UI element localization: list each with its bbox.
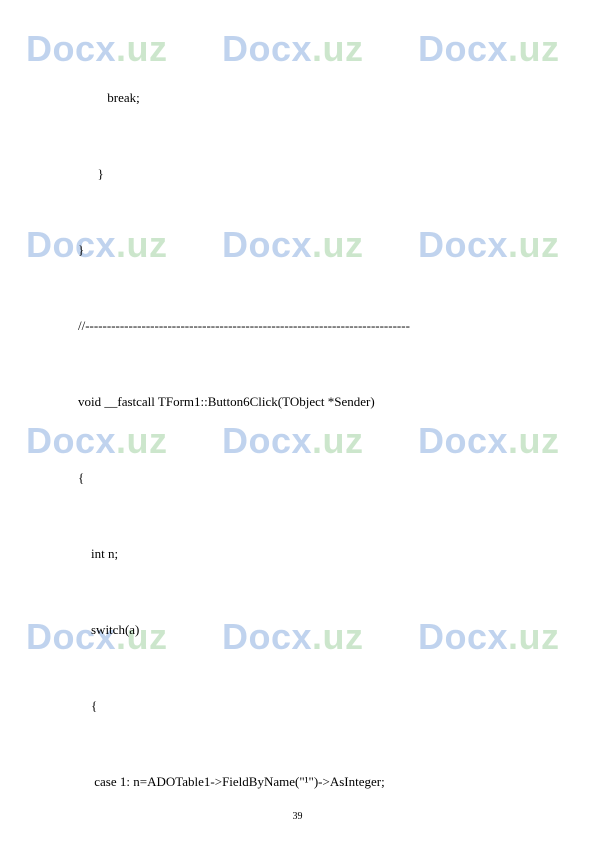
- code-line: {: [78, 465, 552, 490]
- code-line: }: [78, 237, 552, 262]
- code-line: void __fastcall TForm1::Button6Click(TOb…: [78, 389, 552, 414]
- code-line: case 1: n=ADOTable1->FieldByName("¹")->A…: [78, 769, 552, 794]
- code-line: switch(a): [78, 617, 552, 642]
- code-block: break; } } //---------------------------…: [78, 34, 552, 842]
- code-line: //--------------------------------------…: [78, 313, 552, 338]
- code-line: int n;: [78, 541, 552, 566]
- code-line: {: [78, 693, 552, 718]
- page-number: 39: [0, 811, 595, 822]
- code-line: }: [78, 161, 552, 186]
- code-line: break;: [78, 85, 552, 110]
